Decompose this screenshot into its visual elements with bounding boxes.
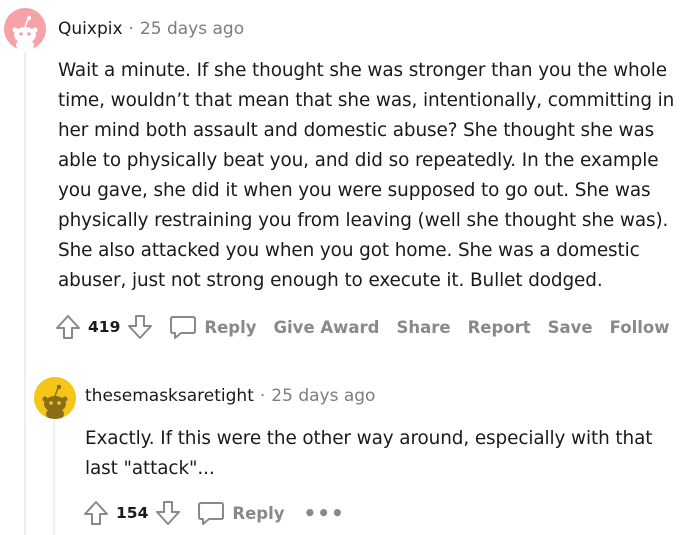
downvote-arrow-icon[interactable] xyxy=(126,313,154,341)
comment-meta: Quixpix · 25 days ago xyxy=(58,19,244,39)
reply-label: Reply xyxy=(204,317,257,337)
comment-meta: thesemasksaretight · 25 days ago xyxy=(85,386,375,406)
comment-header: thesemasksaretight · 25 days ago xyxy=(30,372,700,428)
vote-score: 154 xyxy=(116,504,149,522)
comment-body: Exactly. If this were the other way arou… xyxy=(85,424,685,484)
comment-actions: 419 Reply Give Award Share Report Save F… xyxy=(54,312,686,342)
comment-thread: Quixpix · 25 days ago Wait a minute. If … xyxy=(0,0,700,535)
give-award-button[interactable]: Give Award xyxy=(273,318,379,337)
username[interactable]: Quixpix xyxy=(58,19,123,39)
reply-button[interactable]: Reply xyxy=(168,313,256,341)
more-options-icon[interactable]: ••• xyxy=(303,501,344,525)
snoo-avatar-icon[interactable] xyxy=(34,377,76,419)
speech-bubble-icon xyxy=(168,313,198,341)
comment-line: her mind both assault and domestic abuse… xyxy=(58,120,655,141)
upvote-arrow-icon[interactable] xyxy=(54,313,82,341)
save-button[interactable]: Save xyxy=(548,318,593,337)
comment-thesemasksaretight: thesemasksaretight · 25 days ago Exactly… xyxy=(30,372,700,525)
comment-body: Wait a minute. If she thought she was st… xyxy=(58,56,698,296)
comment-line: Wait a minute. If she thought she was st… xyxy=(58,60,667,81)
comment-line: you gave, she did it when you were suppo… xyxy=(58,180,651,201)
reply-label: Reply xyxy=(232,503,285,523)
timestamp[interactable]: 25 days ago xyxy=(271,386,375,406)
comment-line: abuser, just not strong enough to execut… xyxy=(58,270,603,291)
comment-quixpix: Quixpix · 25 days ago Wait a minute. If … xyxy=(0,0,700,339)
downvote-arrow-icon[interactable] xyxy=(154,499,182,527)
report-button[interactable]: Report xyxy=(468,318,531,337)
comment-line: last "attack"... xyxy=(85,458,215,479)
comment-actions: 154 Reply ••• xyxy=(82,498,345,528)
comment-line: able to physically beat you, and did so … xyxy=(58,150,659,171)
thread-line[interactable] xyxy=(24,52,26,535)
comment-line: She also attacked you when you got home.… xyxy=(58,240,640,261)
share-button[interactable]: Share xyxy=(396,318,450,337)
snoo-avatar-icon[interactable] xyxy=(4,8,46,50)
follow-button[interactable]: Follow xyxy=(610,318,670,337)
comment-header: Quixpix · 25 days ago xyxy=(0,0,700,56)
meta-separator: · xyxy=(259,386,266,406)
speech-bubble-icon xyxy=(196,499,226,527)
username[interactable]: thesemasksaretight xyxy=(85,386,254,406)
reply-button[interactable]: Reply xyxy=(196,499,284,527)
vote-score: 419 xyxy=(88,318,121,336)
comment-line: physically restraining you from leaving … xyxy=(58,210,669,231)
comment-line: time, wouldn’t that mean that she was, i… xyxy=(58,90,675,111)
timestamp[interactable]: 25 days ago xyxy=(140,19,244,39)
comment-line: Exactly. If this were the other way arou… xyxy=(85,428,653,449)
thread-line-reply[interactable] xyxy=(53,420,55,535)
meta-separator: · xyxy=(128,19,134,39)
upvote-arrow-icon[interactable] xyxy=(82,499,110,527)
